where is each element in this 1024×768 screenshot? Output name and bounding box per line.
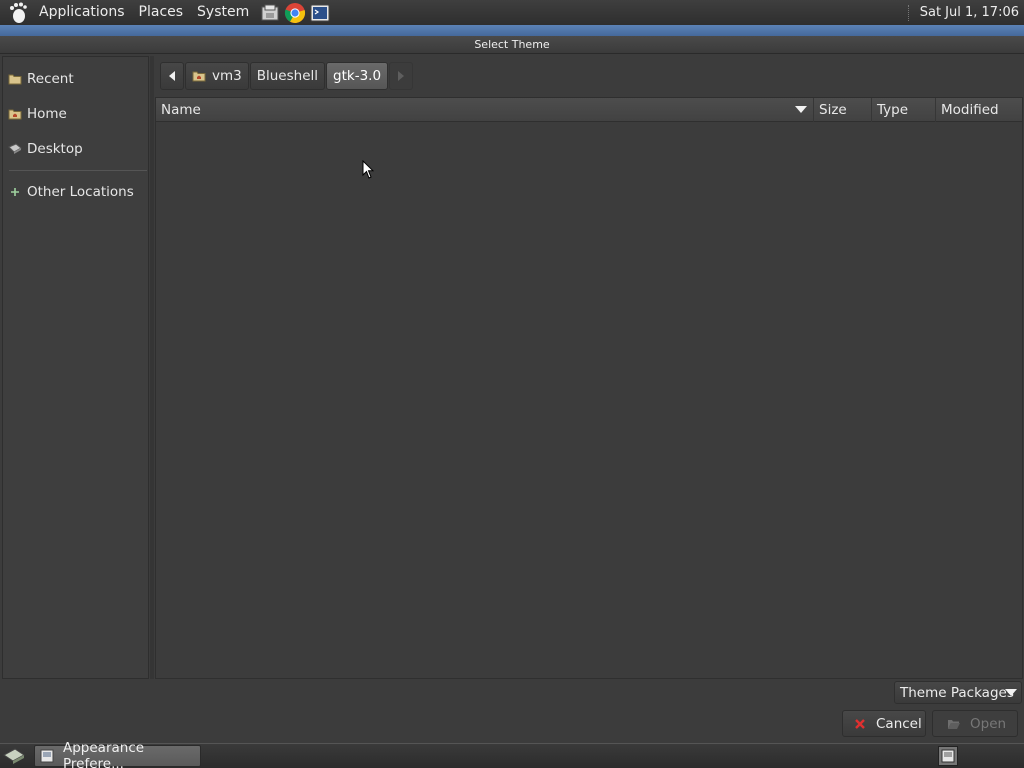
terminal-icon[interactable] xyxy=(309,2,331,24)
plus-icon xyxy=(8,185,22,199)
path-crumb-label: Blueshell xyxy=(256,68,319,84)
file-manager-icon[interactable] xyxy=(259,2,281,24)
path-crumb-blueshell[interactable]: Blueshell xyxy=(249,62,326,90)
file-filter-label: Theme Packages xyxy=(900,684,1014,701)
column-header-label: Size xyxy=(819,102,847,118)
pane-splitter[interactable] xyxy=(150,56,154,679)
open-folder-icon xyxy=(947,717,961,731)
column-header-label: Type xyxy=(877,102,909,118)
recent-folder-icon xyxy=(8,72,22,86)
panel-separator xyxy=(907,4,910,21)
path-bar: vm3 Blueshell gtk-3.0 xyxy=(160,61,414,91)
sidebar-item-label: Desktop xyxy=(27,141,83,157)
home-folder-icon xyxy=(192,70,206,82)
gnome-foot-icon[interactable] xyxy=(4,0,32,25)
window-title: Select Theme xyxy=(474,38,550,51)
mouse-cursor-icon xyxy=(362,159,375,184)
top-panel: Applications Places System Sat Jul 1, 17… xyxy=(0,0,1024,25)
window-title-accent xyxy=(0,25,1024,36)
home-folder-icon xyxy=(8,107,22,121)
sidebar-item-label: Recent xyxy=(27,71,74,87)
places-sidebar: Recent Home Desktop Other Locations xyxy=(2,56,149,679)
window-title-bar[interactable]: Select Theme xyxy=(0,36,1024,54)
sidebar-item-label: Home xyxy=(27,106,67,122)
column-header-label: Modified xyxy=(941,102,999,118)
column-header-name[interactable]: Name xyxy=(156,98,814,122)
column-headers: Name Size Type Modified xyxy=(156,98,1022,122)
column-header-modified[interactable]: Modified xyxy=(936,98,1022,122)
sort-descending-icon xyxy=(795,106,807,113)
sidebar-item-label: Other Locations xyxy=(27,184,134,200)
path-forward-button[interactable] xyxy=(389,62,414,90)
taskbar-item-appearance[interactable]: Appearance Prefere... xyxy=(34,740,201,768)
system-menu[interactable]: System xyxy=(190,0,256,25)
places-menu[interactable]: Places xyxy=(132,0,191,25)
clock[interactable]: Sat Jul 1, 17:06 xyxy=(900,0,1024,25)
chevron-down-icon xyxy=(1005,689,1017,696)
workspace-switcher-icon[interactable] xyxy=(938,746,958,766)
cancel-button-label: Cancel xyxy=(876,715,922,732)
open-button-label: Open xyxy=(970,715,1007,732)
column-header-label: Name xyxy=(161,102,201,118)
column-header-type[interactable]: Type xyxy=(872,98,936,122)
show-desktop-icon[interactable] xyxy=(0,744,28,768)
path-back-button[interactable] xyxy=(160,62,184,90)
sidebar-item-home[interactable]: Home xyxy=(3,99,148,129)
path-crumb-gtk-3-0[interactable]: gtk-3.0 xyxy=(326,62,389,90)
bottom-taskbar: Appearance Prefere... xyxy=(0,740,1024,768)
path-crumb-vm3[interactable]: vm3 xyxy=(185,62,249,90)
path-crumb-label: gtk-3.0 xyxy=(333,68,382,84)
applications-menu[interactable]: Applications xyxy=(32,0,132,25)
chrome-icon[interactable] xyxy=(284,2,306,24)
file-list[interactable]: Name Size Type Modified xyxy=(155,97,1023,679)
sidebar-item-recent[interactable]: Recent xyxy=(3,64,148,94)
desktop-icon xyxy=(8,142,22,156)
cancel-button[interactable]: Cancel xyxy=(842,710,926,737)
open-button[interactable]: Open xyxy=(932,710,1018,737)
sidebar-item-desktop[interactable]: Desktop xyxy=(3,134,148,164)
path-crumb-label: vm3 xyxy=(212,68,242,84)
file-filter-combo[interactable]: Theme Packages xyxy=(894,681,1022,704)
close-icon xyxy=(853,717,867,731)
sidebar-divider xyxy=(9,170,147,171)
clock-label[interactable]: Sat Jul 1, 17:06 xyxy=(920,5,1019,20)
appearance-app-icon xyxy=(40,749,54,763)
taskbar-item-label: Appearance Prefere... xyxy=(63,740,145,768)
column-header-size[interactable]: Size xyxy=(814,98,872,122)
sidebar-item-other-locations[interactable]: Other Locations xyxy=(3,177,148,207)
